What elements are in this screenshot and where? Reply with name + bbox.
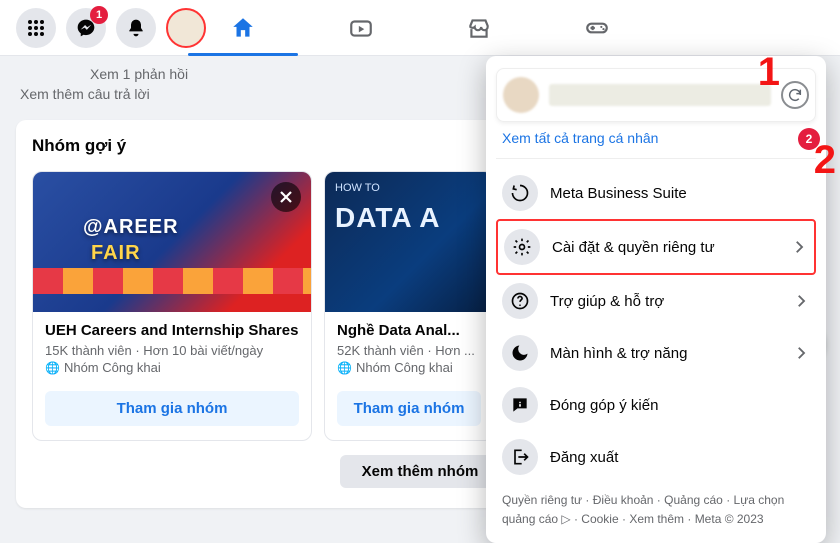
- help-icon: [510, 291, 530, 311]
- refresh-icon: [787, 87, 803, 103]
- menu-item-icon: [502, 175, 538, 211]
- dismiss-group-button[interactable]: [271, 182, 301, 212]
- group-privacy-label: Nhóm Công khai: [64, 360, 161, 375]
- menu-item-feedback[interactable]: Đóng góp ý kiến: [496, 379, 816, 431]
- messenger-button[interactable]: 1: [66, 8, 106, 48]
- menu-item-label: Trợ giúp & hỗ trợ: [550, 293, 780, 310]
- chevron-right-icon: [790, 238, 808, 256]
- menu-item-label: Meta Business Suite: [550, 185, 810, 202]
- group-card[interactable]: HOW TO DATA A Nghề Data Anal... 52K thàn…: [324, 171, 494, 441]
- top-nav: 1: [0, 0, 840, 56]
- footer-link[interactable]: Meta © 2023: [695, 512, 764, 526]
- feedback-icon: [510, 395, 530, 415]
- cover-text-small: HOW TO: [335, 182, 380, 194]
- group-meta: 52K thành viên · Hơn ...: [337, 343, 481, 358]
- home-icon: [230, 15, 256, 41]
- menu-item-label: Màn hình & trợ năng: [550, 345, 780, 362]
- switch-profile-button[interactable]: [781, 81, 809, 109]
- gear-icon: [512, 237, 532, 257]
- footer-link[interactable]: Điều khoản: [593, 493, 664, 507]
- globe-icon: 🌐: [45, 361, 60, 375]
- group-name: UEH Careers and Internship Shares: [45, 322, 299, 339]
- profile-avatar: [503, 77, 539, 113]
- menu-item-icon: [502, 283, 538, 319]
- menu-item-icon: [502, 335, 538, 371]
- dropdown-menu-list: Meta Business Suite Cài đặt & quyền riên…: [496, 167, 816, 483]
- menu-item-icon: [504, 229, 540, 265]
- tab-marketplace[interactable]: [424, 0, 534, 56]
- chevron-right-icon: [792, 344, 810, 362]
- moon-icon: [510, 343, 530, 363]
- group-cover-image: HOW TO DATA A: [325, 172, 493, 312]
- watch-icon: [348, 15, 374, 41]
- menu-item-loop[interactable]: Meta Business Suite: [496, 167, 816, 219]
- group-info: UEH Careers and Internship Shares 15K th…: [33, 312, 311, 440]
- menu-grid-button[interactable]: [16, 8, 56, 48]
- menu-item-logout[interactable]: Đăng xuất: [496, 431, 816, 483]
- see-more-groups-button[interactable]: Xem thêm nhóm: [340, 455, 501, 488]
- globe-icon: 🌐: [337, 361, 352, 375]
- footer-link[interactable]: Xem thêm: [629, 512, 694, 526]
- decorative-ribbon: [33, 268, 311, 294]
- group-info: Nghề Data Anal... 52K thành viên · Hơn .…: [325, 312, 493, 440]
- annotation-marker-2-badge: 2: [798, 128, 820, 150]
- see-all-profiles-link[interactable]: Xem tất cả trang cá nhân: [496, 122, 816, 159]
- messenger-badge: 1: [90, 6, 108, 24]
- tab-watch[interactable]: [306, 0, 416, 56]
- grid-icon: [26, 18, 46, 38]
- tab-gaming[interactable]: [542, 0, 652, 56]
- group-cover-image: [33, 172, 311, 312]
- annotation-marker-1: 1: [758, 50, 780, 95]
- menu-item-label: Đăng xuất: [550, 449, 810, 466]
- groups-title: Nhóm gợi ý: [32, 136, 126, 156]
- group-name: Nghề Data Anal...: [337, 322, 481, 339]
- group-privacy: 🌐 Nhóm Công khai: [45, 360, 299, 375]
- join-group-button[interactable]: Tham gia nhóm: [337, 391, 481, 426]
- dropdown-footer: Quyền riêng tưĐiều khoảnQuảng cáoLựa chọ…: [496, 483, 816, 533]
- menu-item-icon: [502, 439, 538, 475]
- bell-icon: [126, 18, 146, 38]
- group-privacy: 🌐 Nhóm Công khai: [337, 360, 481, 375]
- footer-link[interactable]: Quyền riêng tư: [502, 493, 593, 507]
- menu-item-help[interactable]: Trợ giúp & hỗ trợ: [496, 275, 816, 327]
- group-card[interactable]: UEH Careers and Internship Shares 15K th…: [32, 171, 312, 441]
- chevron-right-icon: [792, 292, 810, 310]
- join-group-button[interactable]: Tham gia nhóm: [45, 391, 299, 426]
- account-avatar[interactable]: [166, 8, 206, 48]
- notifications-button[interactable]: [116, 8, 156, 48]
- profile-name-redacted: [549, 84, 771, 106]
- account-dropdown: Xem tất cả trang cá nhân Meta Business S…: [486, 56, 826, 543]
- gaming-icon: [584, 15, 610, 41]
- menu-item-label: Cài đặt & quyền riêng tư: [552, 239, 778, 256]
- logout-icon: [510, 447, 530, 467]
- menu-item-icon: [502, 387, 538, 423]
- group-meta: 15K thành viên · Hơn 10 bài viết/ngày: [45, 343, 299, 358]
- group-privacy-label: Nhóm Công khai: [356, 360, 453, 375]
- marketplace-icon: [466, 15, 492, 41]
- menu-item-moon[interactable]: Màn hình & trợ năng: [496, 327, 816, 379]
- loop-icon: [510, 183, 530, 203]
- cover-text-big: DATA A: [335, 202, 441, 234]
- close-icon: [279, 190, 293, 204]
- footer-link[interactable]: Cookie: [581, 512, 629, 526]
- menu-item-gear[interactable]: Cài đặt & quyền riêng tư: [496, 219, 816, 275]
- menu-item-label: Đóng góp ý kiến: [550, 397, 810, 414]
- footer-link[interactable]: Quảng cáo: [664, 493, 733, 507]
- nav-right: 1: [16, 8, 206, 48]
